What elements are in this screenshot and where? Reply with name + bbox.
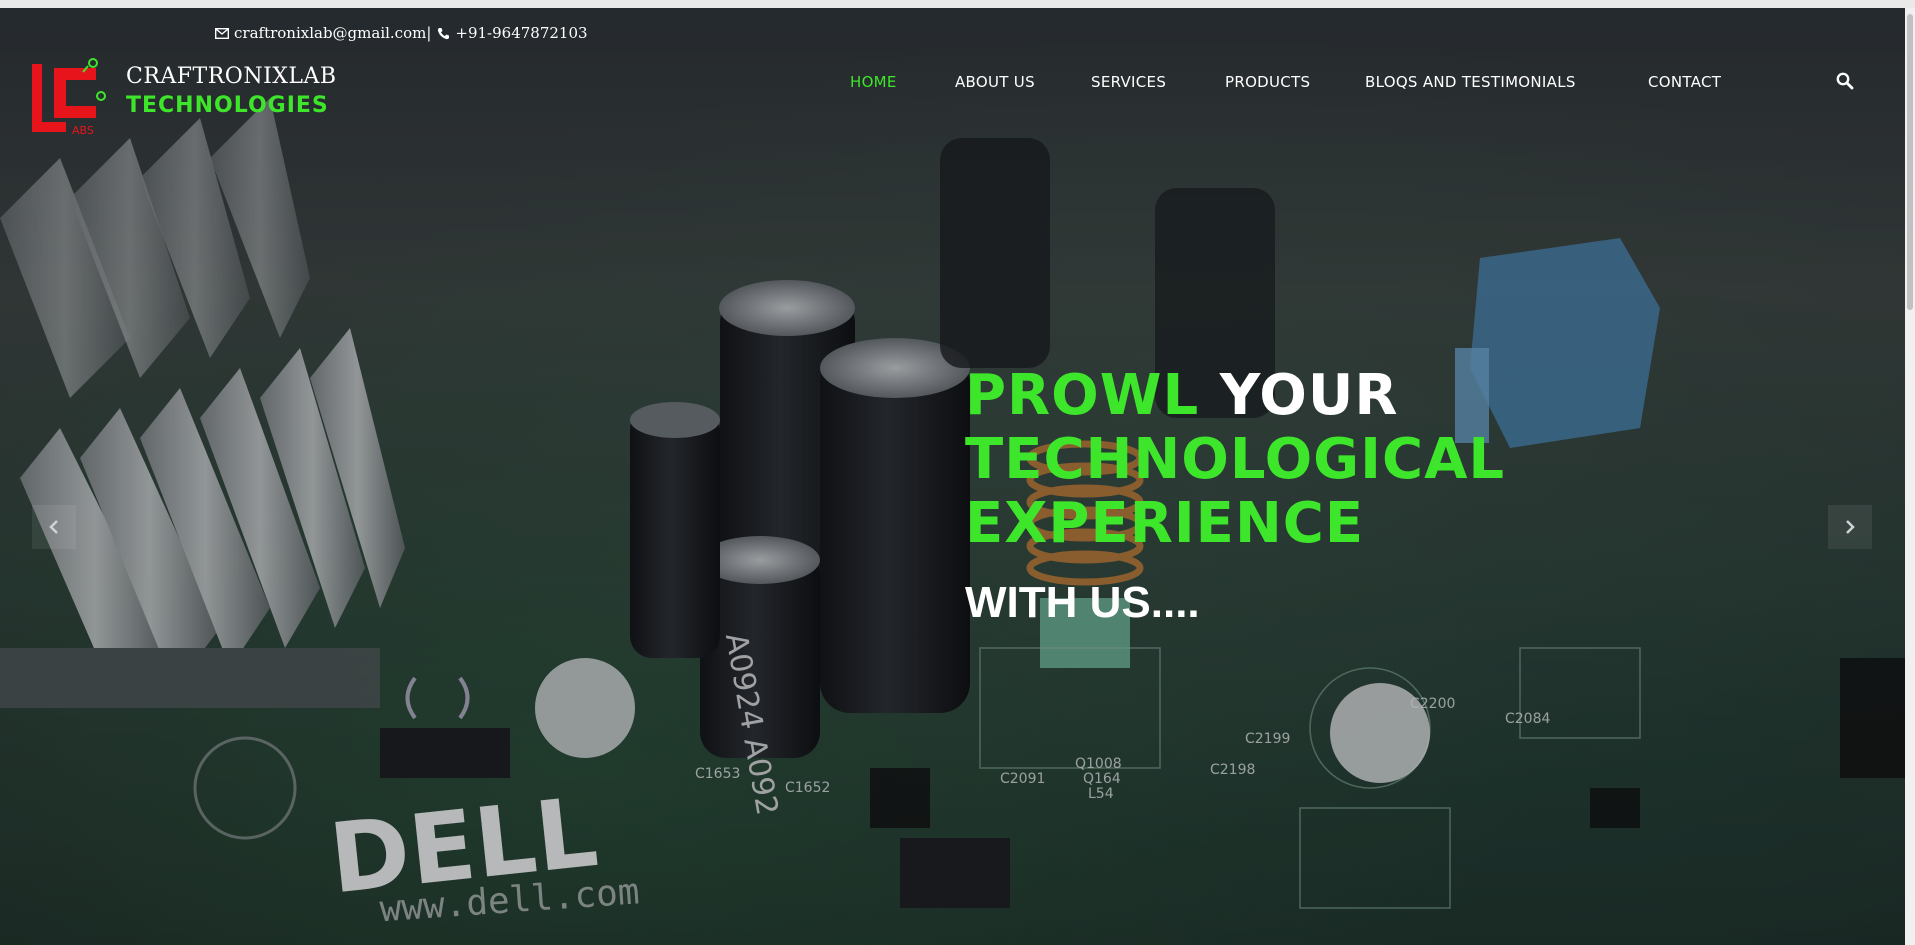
hero-headline: PROWL YOUR TECHNOLOGICAL EXPERIENCE: [965, 364, 1505, 556]
hero-dark-overlay: [0, 8, 1905, 945]
phone-icon: [435, 26, 451, 40]
brand-logo[interactable]: ABS: [28, 58, 108, 138]
headline-experience: EXPERIENCE: [965, 491, 1365, 556]
page-scrollbar[interactable]: [1905, 8, 1915, 945]
envelope-icon: [214, 26, 230, 40]
brand-tagline[interactable]: TECHNOLOGIES: [126, 93, 329, 118]
svg-text:ABS: ABS: [72, 124, 94, 137]
nav-products[interactable]: PRODUCTS: [1225, 73, 1310, 91]
contact-phone[interactable]: +91-9647872103: [455, 24, 587, 42]
hero-subline: WITH US....: [965, 578, 1200, 627]
chevron-right-icon: [1846, 520, 1855, 534]
hero-slider: DELL www.dell.com A0924 A092 C1652 C1653…: [0, 8, 1905, 945]
scrollbar-thumb[interactable]: [1907, 14, 1913, 310]
slider-next-button[interactable]: [1828, 505, 1872, 549]
nav-services[interactable]: SERVICES: [1091, 73, 1166, 91]
search-icon[interactable]: [1836, 72, 1856, 92]
slider-prev-button[interactable]: [32, 505, 76, 549]
nav-home[interactable]: HOME: [850, 73, 897, 91]
browser-top-strip: [0, 0, 1915, 8]
main-nav: HOME ABOUT US SERVICES PRODUCTS BLOQS AN…: [0, 73, 1905, 93]
headline-prowl: PROWL: [965, 363, 1200, 428]
nav-about-us[interactable]: ABOUT US: [955, 73, 1035, 91]
headline-your: YOUR: [1219, 363, 1399, 428]
chevron-left-icon: [49, 520, 58, 534]
nav-contact[interactable]: CONTACT: [1648, 73, 1721, 91]
nav-blogs-testimonials[interactable]: BLOQS AND TESTIMONIALS: [1365, 73, 1576, 91]
contact-bar: craftronixlab@gmail.com| +91-9647872103: [214, 24, 588, 42]
contact-email[interactable]: craftronixlab@gmail.com|: [234, 24, 431, 42]
headline-technological: TECHNOLOGICAL: [965, 427, 1506, 492]
